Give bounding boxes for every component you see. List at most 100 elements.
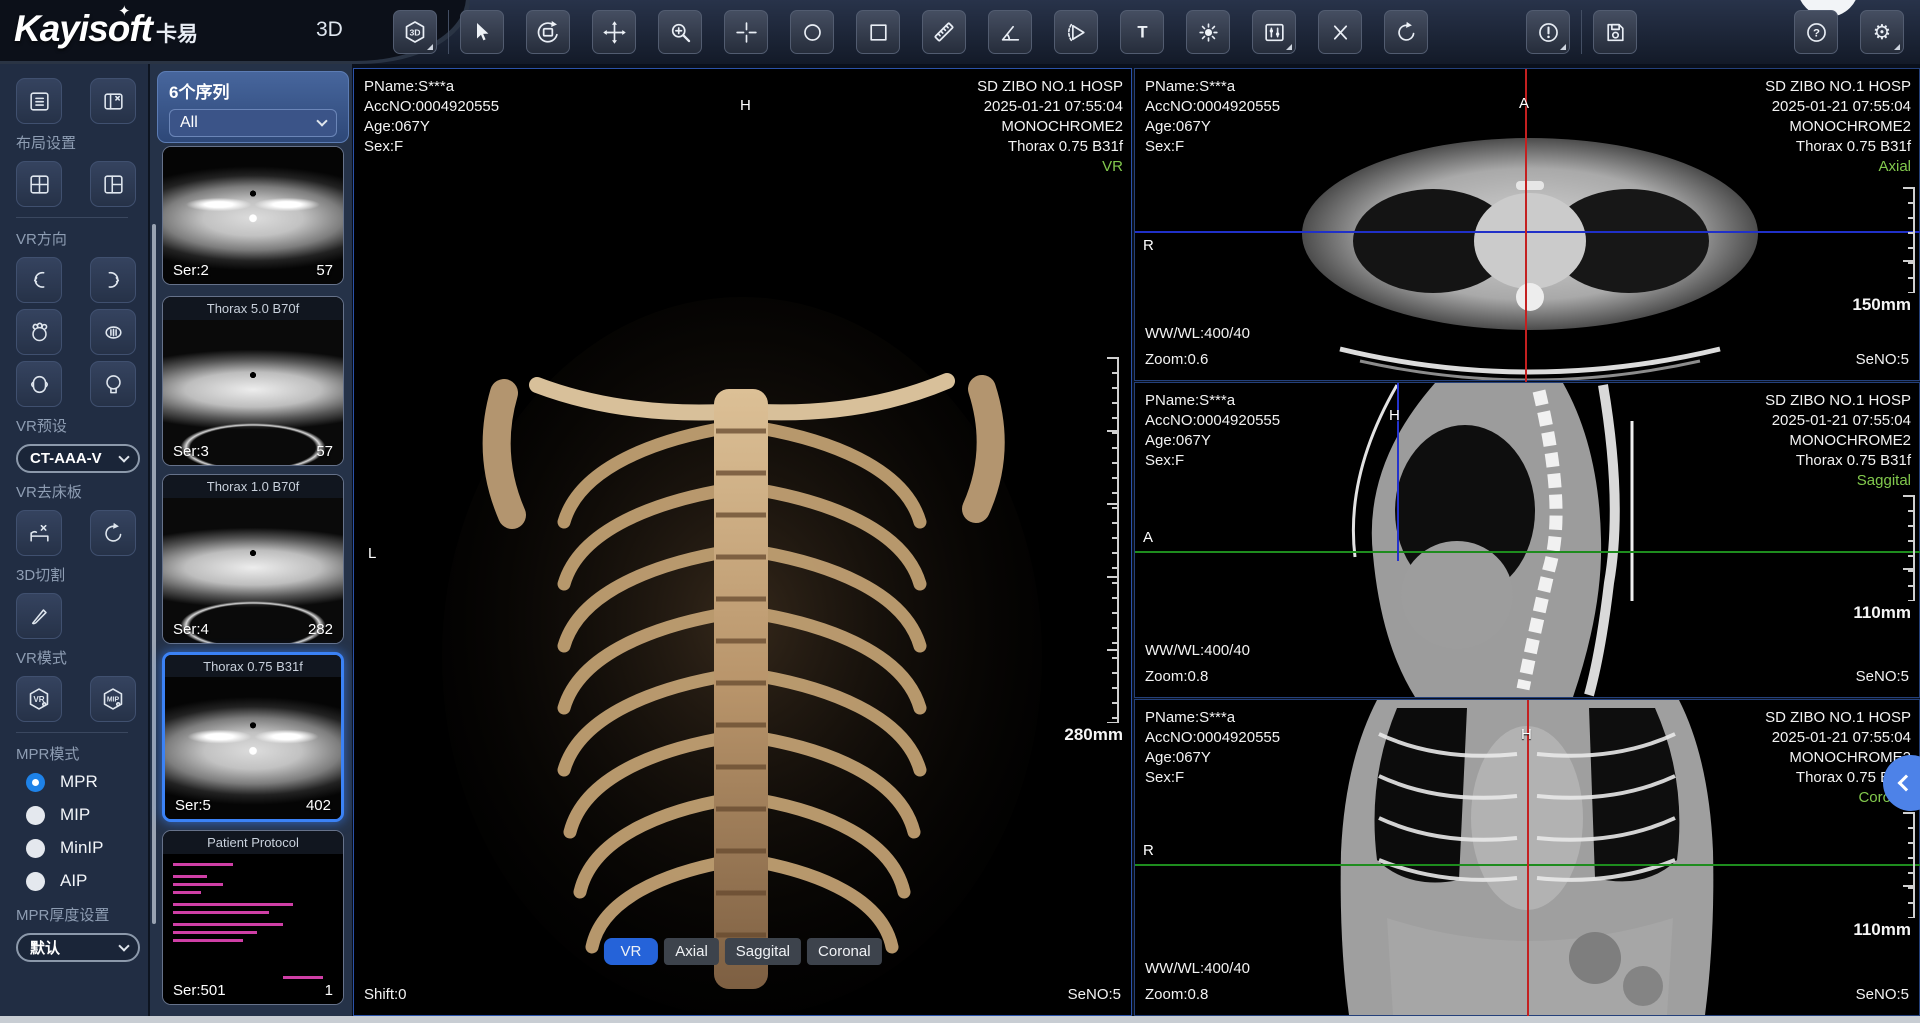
vr-bed-removal-label: VR去床板 [16,481,148,502]
svg-text:T: T [1137,22,1147,41]
series-count-label: 6个序列 [169,78,337,103]
mpr-radio-mpr[interactable]: MPR [26,772,148,792]
remove-bed-button[interactable] [16,510,62,556]
series-panel: 6个序列 All Ser:2 57 Thorax 5.0 B70f Ser:3 … [148,64,352,1016]
report-button[interactable] [1526,10,1570,54]
rect-roi-button[interactable] [856,10,900,54]
ruler-tool-button[interactable] [922,10,966,54]
mpr-radio-mip[interactable]: MIP [26,805,148,825]
orientation-marker-left: R [1143,237,1154,254]
chevron-down-icon [316,115,327,126]
vr-head-left-icon[interactable] [16,257,62,303]
image-count: 57 [316,262,333,279]
cursor-button[interactable] [460,10,504,54]
crosshair-button[interactable] [724,10,768,54]
axial-viewport[interactable]: PName:S***a AccNO:0004920555 Age:067Y Se… [1134,68,1920,381]
vr-head-posterior-icon[interactable] [90,361,136,407]
dropdown-corner-icon [1286,44,1292,50]
hospital-name: SD ZIBO NO.1 HOSP [977,77,1123,97]
view-switch-vr[interactable]: VR [603,938,658,965]
study-datetime: 2025-01-21 07:55:04 [1765,728,1911,748]
vr-head-superior-icon[interactable] [16,309,62,355]
orientation-marker-top: A [1519,95,1529,112]
series-number-overlay: SeNO:5 [1856,667,1909,687]
cut-3d-label: 3D切割 [16,564,148,585]
vr-preset-select[interactable]: CT-AAA-V [16,444,140,473]
saggital-viewport[interactable]: PName:S***a AccNO:0004920555 Age:067Y Se… [1134,382,1920,698]
series-number: Ser:501 [173,982,226,999]
mpr-thickness-select[interactable]: 默认 [16,933,140,962]
orientation-marker-left: L [368,545,376,562]
grid-layout-button[interactable] [16,161,62,207]
series-filter-select[interactable]: All [169,109,337,137]
vr-render-mode-button[interactable]: VR [16,676,62,722]
divider [16,732,128,733]
scalpel-icon[interactable] [16,593,62,639]
ellipse-roi-button[interactable] [790,10,834,54]
view-type-label: VR [977,157,1123,177]
chevron-down-icon [118,940,129,951]
mpr-radio-aip[interactable]: AIP [26,871,148,891]
window-presets-button[interactable] [1252,10,1296,54]
patient-accno: AccNO:0004920555 [1145,411,1280,431]
radio-label: AIP [60,871,87,891]
view-3d-button[interactable]: 3D [393,10,437,54]
radio-label: MIP [60,805,90,825]
chevron-down-icon [118,451,129,462]
series-name: Thorax 0.75 B31f [165,655,341,678]
image-count: 57 [316,443,333,460]
dropdown-corner-icon [1894,44,1900,50]
tool-sidebar: 布局设置 VR方向 [0,64,148,1016]
window-level-button[interactable] [1186,10,1230,54]
radio-icon [26,872,45,891]
rotate-3d-button[interactable] [526,10,570,54]
angle-tool-button[interactable] [988,10,1032,54]
series-number: Ser:2 [173,262,209,279]
reset-button[interactable] [1384,10,1428,54]
series-thumbnail-ser501[interactable]: Patient Protocol Ser:501 1 [162,830,344,1005]
series-thumbnail-ser4[interactable]: Thorax 1.0 B70f Ser:4 282 [162,474,344,644]
vr-direction-label: VR方向 [16,228,148,249]
patient-sex: Sex:F [364,137,499,157]
text-annotation-button[interactable]: T [1120,10,1164,54]
vr-head-right-icon[interactable] [90,257,136,303]
scale-ruler [1903,187,1915,293]
zoom-button[interactable] [658,10,702,54]
series-thumbnail-ser3[interactable]: Thorax 5.0 B70f Ser:3 57 [162,296,344,466]
vr-viewport[interactable]: PName:S***a AccNO:0004920555 Age:067Y Se… [353,68,1132,1016]
mpr-radio-minip[interactable]: MinIP [26,838,148,858]
patient-sex: Sex:F [1145,451,1280,471]
vr-head-inferior-icon[interactable] [90,309,136,355]
pan-button[interactable] [592,10,636,54]
image-count: 1 [325,982,333,999]
patient-accno: AccNO:0004920555 [1145,728,1280,748]
series-header: 6个序列 All [157,71,349,143]
scale-ruler [1903,495,1915,601]
series-scrollbar[interactable] [152,224,156,924]
series-number-overlay: SeNO:5 [1856,350,1909,370]
scale-label: 110mm [1853,920,1911,940]
coronal-viewport[interactable]: PName:S***a AccNO:0004920555 Age:067Y Se… [1134,699,1920,1016]
view-switch-coronal[interactable]: Coronal [807,938,882,965]
save-button[interactable] [1593,10,1637,54]
orientation-marker-left: A [1143,529,1153,546]
view-angle-button[interactable] [1054,10,1098,54]
scale-ruler [1107,357,1119,723]
series-list-toggle-button[interactable] [16,78,62,124]
split-layout-button[interactable] [90,161,136,207]
app-window: Kayisoft 卡易 ✦ 3D 3D [0,0,1920,1023]
mip-render-mode-button[interactable]: MIP [90,676,136,722]
vr-head-anterior-icon[interactable] [16,361,62,407]
radio-icon [26,839,45,858]
settings-button[interactable]: ⚙ [1860,10,1904,54]
chevron-left-icon [1898,775,1915,792]
close-panel-button[interactable] [90,78,136,124]
series-thumbnail-ser2[interactable]: Ser:2 57 [162,146,344,285]
view-switch-saggital[interactable]: Saggital [725,938,801,965]
help-button[interactable]: ? [1794,10,1838,54]
delete-button[interactable] [1318,10,1362,54]
view-switch-axial[interactable]: Axial [664,938,719,965]
toolbar-right-group: ? ⚙ [1794,10,1904,54]
vr-reset-button[interactable] [90,510,136,556]
series-thumbnail-ser5-selected[interactable]: Thorax 0.75 B31f Ser:5 402 [162,652,344,822]
